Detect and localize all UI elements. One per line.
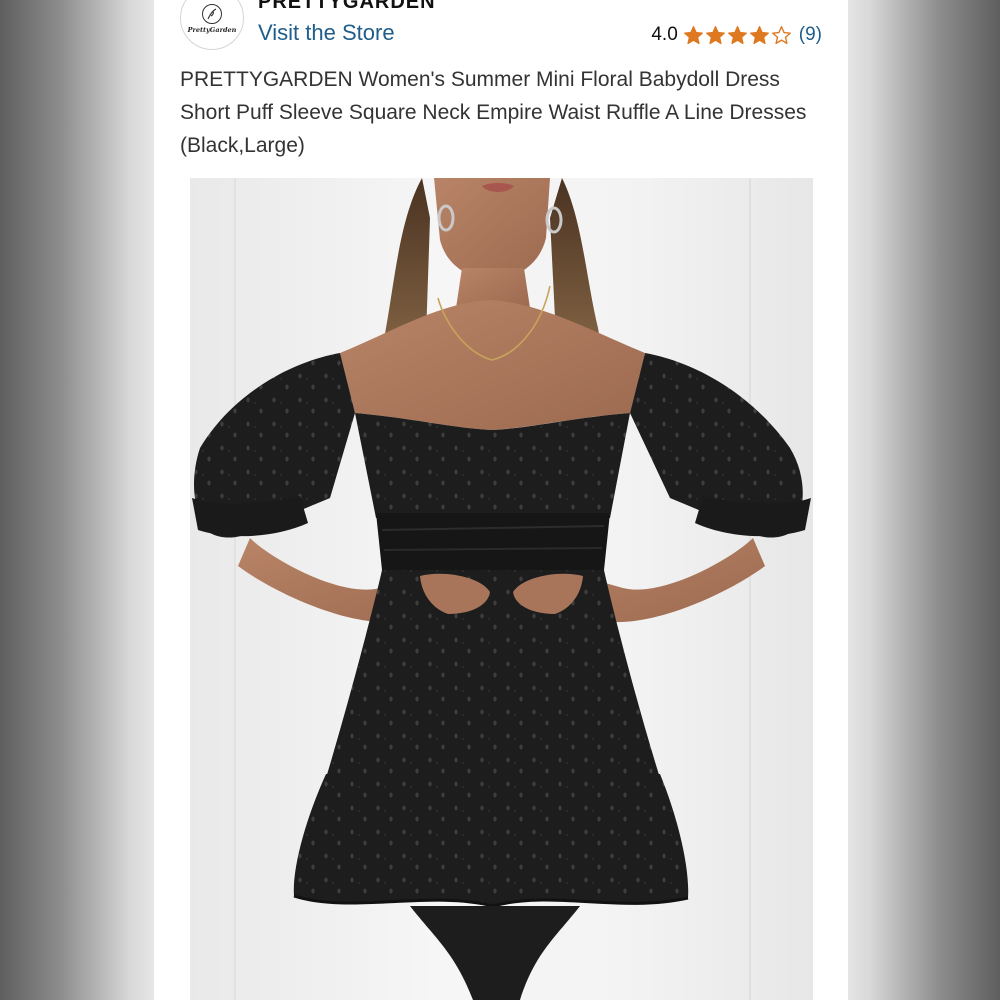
star-filled-icon	[749, 25, 769, 44]
store-logo[interactable]: PrettyGarden	[180, 0, 244, 50]
star-filled-icon	[727, 25, 747, 44]
review-count-link[interactable]: (9)	[799, 24, 822, 46]
product-panel: PrettyGarden PRETTYGARDEN Visit the Stor…	[154, 0, 848, 1000]
brand-monogram-icon	[202, 3, 222, 24]
brand-name: PRETTYGARDEN	[258, 0, 436, 13]
product-header: PrettyGarden PRETTYGARDEN Visit the Stor…	[154, 0, 848, 165]
star-filled-icon	[705, 25, 725, 44]
visit-store-link[interactable]: Visit the Store	[258, 20, 395, 46]
star-filled-icon	[683, 25, 703, 44]
logo-wordmark: PrettyGarden	[187, 25, 237, 34]
black-dress	[192, 353, 811, 1000]
product-title: PRETTYGARDEN Women's Summer Mini Floral …	[180, 68, 807, 157]
star-empty-icon	[771, 25, 791, 44]
star-rating[interactable]	[683, 25, 793, 46]
rating-value: 4.0	[651, 24, 678, 45]
rating-summary[interactable]: 4.0 (9)	[651, 24, 822, 46]
product-image[interactable]	[190, 178, 813, 1000]
product-photo-illustration	[192, 178, 811, 1000]
